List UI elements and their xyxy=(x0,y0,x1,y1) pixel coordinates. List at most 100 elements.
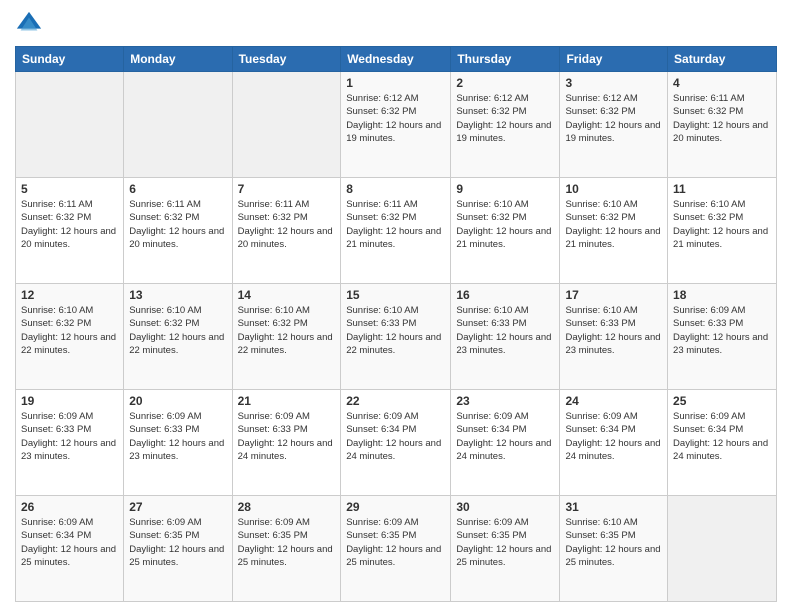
calendar-cell xyxy=(16,72,124,178)
day-info: Sunrise: 6:10 AM Sunset: 6:33 PM Dayligh… xyxy=(346,304,445,357)
day-info: Sunrise: 6:10 AM Sunset: 6:33 PM Dayligh… xyxy=(456,304,554,357)
calendar-cell: 17Sunrise: 6:10 AM Sunset: 6:33 PM Dayli… xyxy=(560,284,668,390)
day-info: Sunrise: 6:11 AM Sunset: 6:32 PM Dayligh… xyxy=(21,198,118,251)
day-number: 20 xyxy=(129,394,226,408)
day-info: Sunrise: 6:11 AM Sunset: 6:32 PM Dayligh… xyxy=(346,198,445,251)
day-info: Sunrise: 6:09 AM Sunset: 6:34 PM Dayligh… xyxy=(456,410,554,463)
day-number: 27 xyxy=(129,500,226,514)
day-info: Sunrise: 6:11 AM Sunset: 6:32 PM Dayligh… xyxy=(673,92,771,145)
day-info: Sunrise: 6:10 AM Sunset: 6:35 PM Dayligh… xyxy=(565,516,662,569)
day-number: 7 xyxy=(238,182,336,196)
page: SundayMondayTuesdayWednesdayThursdayFrid… xyxy=(0,0,792,612)
day-number: 24 xyxy=(565,394,662,408)
day-number: 12 xyxy=(21,288,118,302)
day-info: Sunrise: 6:09 AM Sunset: 6:33 PM Dayligh… xyxy=(129,410,226,463)
calendar-cell xyxy=(668,496,777,602)
day-number: 2 xyxy=(456,76,554,90)
weekday-header-saturday: Saturday xyxy=(668,47,777,72)
calendar-cell: 2 Sunrise: 6:12 AM Sunset: 6:32 PM Daylig… xyxy=(451,72,560,178)
day-number: 5 xyxy=(21,182,118,196)
calendar-header: SundayMondayTuesdayWednesdayThursdayFrid… xyxy=(16,47,777,72)
day-info: Sunrise: 6:12 AM Sunset: 6:32 PM Dayligh… xyxy=(346,92,445,145)
header xyxy=(15,10,777,38)
weekday-row: SundayMondayTuesdayWednesdayThursdayFrid… xyxy=(16,47,777,72)
weekday-header-friday: Friday xyxy=(560,47,668,72)
calendar-cell: 1 Sunrise: 6:12 AM Sunset: 6:32 PM Daylig… xyxy=(341,72,451,178)
calendar-cell: 30 Sunrise: 6:09 AM Sunset: 6:35 PM Dayli… xyxy=(451,496,560,602)
weekday-header-wednesday: Wednesday xyxy=(341,47,451,72)
calendar-body: 1 Sunrise: 6:12 AM Sunset: 6:32 PM Daylig… xyxy=(16,72,777,602)
day-number: 15 xyxy=(346,288,445,302)
day-number: 25 xyxy=(673,394,771,408)
calendar-cell: 22 Sunrise: 6:09 AM Sunset: 6:34 PM Dayli… xyxy=(341,390,451,496)
day-info: Sunrise: 6:09 AM Sunset: 6:35 PM Dayligh… xyxy=(346,516,445,569)
calendar-cell: 12 Sunrise: 6:10 AM Sunset: 6:32 PM Dayli… xyxy=(16,284,124,390)
calendar-cell xyxy=(124,72,232,178)
day-number: 10 xyxy=(565,182,662,196)
weekday-header-tuesday: Tuesday xyxy=(232,47,341,72)
day-info: Sunrise: 6:09 AM Sunset: 6:34 PM Dayligh… xyxy=(565,410,662,463)
day-info: Sunrise: 6:10 AM Sunset: 6:32 PM Dayligh… xyxy=(238,304,336,357)
calendar-table: SundayMondayTuesdayWednesdayThursdayFrid… xyxy=(15,46,777,602)
calendar-cell: 28 Sunrise: 6:09 AM Sunset: 6:35 PM Dayli… xyxy=(232,496,341,602)
logo xyxy=(15,10,47,38)
calendar-week-4: 19 Sunrise: 6:09 AM Sunset: 6:33 PM Dayli… xyxy=(16,390,777,496)
day-number: 8 xyxy=(346,182,445,196)
calendar-cell: 16 Sunrise: 6:10 AM Sunset: 6:33 PM Dayli… xyxy=(451,284,560,390)
day-number: 28 xyxy=(238,500,336,514)
calendar-cell: 21Sunrise: 6:09 AM Sunset: 6:33 PM Dayli… xyxy=(232,390,341,496)
calendar-cell: 29Sunrise: 6:09 AM Sunset: 6:35 PM Dayli… xyxy=(341,496,451,602)
calendar-week-5: 26 Sunrise: 6:09 AM Sunset: 6:34 PM Dayli… xyxy=(16,496,777,602)
day-number: 16 xyxy=(456,288,554,302)
day-info: Sunrise: 6:09 AM Sunset: 6:33 PM Dayligh… xyxy=(673,304,771,357)
day-info: Sunrise: 6:09 AM Sunset: 6:33 PM Dayligh… xyxy=(21,410,118,463)
weekday-header-monday: Monday xyxy=(124,47,232,72)
day-number: 1 xyxy=(346,76,445,90)
day-info: Sunrise: 6:09 AM Sunset: 6:35 PM Dayligh… xyxy=(456,516,554,569)
calendar-cell: 27 Sunrise: 6:09 AM Sunset: 6:35 PM Dayli… xyxy=(124,496,232,602)
day-info: Sunrise: 6:09 AM Sunset: 6:34 PM Dayligh… xyxy=(346,410,445,463)
calendar-cell: 6 Sunrise: 6:11 AM Sunset: 6:32 PM Daylig… xyxy=(124,178,232,284)
calendar-cell: 13Sunrise: 6:10 AM Sunset: 6:32 PM Dayli… xyxy=(124,284,232,390)
day-number: 17 xyxy=(565,288,662,302)
calendar-cell: 10 Sunrise: 6:10 AM Sunset: 6:32 PM Dayli… xyxy=(560,178,668,284)
day-number: 22 xyxy=(346,394,445,408)
calendar-week-1: 1 Sunrise: 6:12 AM Sunset: 6:32 PM Daylig… xyxy=(16,72,777,178)
day-number: 19 xyxy=(21,394,118,408)
day-info: Sunrise: 6:10 AM Sunset: 6:32 PM Dayligh… xyxy=(565,198,662,251)
day-number: 4 xyxy=(673,76,771,90)
day-number: 14 xyxy=(238,288,336,302)
calendar-cell: 15 Sunrise: 6:10 AM Sunset: 6:33 PM Dayli… xyxy=(341,284,451,390)
day-number: 26 xyxy=(21,500,118,514)
day-info: Sunrise: 6:10 AM Sunset: 6:32 PM Dayligh… xyxy=(21,304,118,357)
day-info: Sunrise: 6:09 AM Sunset: 6:34 PM Dayligh… xyxy=(21,516,118,569)
calendar-week-2: 5 Sunrise: 6:11 AM Sunset: 6:32 PM Daylig… xyxy=(16,178,777,284)
day-number: 6 xyxy=(129,182,226,196)
day-number: 13 xyxy=(129,288,226,302)
calendar-cell: 31Sunrise: 6:10 AM Sunset: 6:35 PM Dayli… xyxy=(560,496,668,602)
day-info: Sunrise: 6:12 AM Sunset: 6:32 PM Dayligh… xyxy=(456,92,554,145)
calendar-cell: 25Sunrise: 6:09 AM Sunset: 6:34 PM Dayli… xyxy=(668,390,777,496)
day-number: 11 xyxy=(673,182,771,196)
day-number: 30 xyxy=(456,500,554,514)
calendar-cell: 18Sunrise: 6:09 AM Sunset: 6:33 PM Dayli… xyxy=(668,284,777,390)
day-number: 23 xyxy=(456,394,554,408)
calendar-cell: 19 Sunrise: 6:09 AM Sunset: 6:33 PM Dayli… xyxy=(16,390,124,496)
calendar-cell: 20 Sunrise: 6:09 AM Sunset: 6:33 PM Dayli… xyxy=(124,390,232,496)
day-info: Sunrise: 6:11 AM Sunset: 6:32 PM Dayligh… xyxy=(238,198,336,251)
calendar-cell: 5 Sunrise: 6:11 AM Sunset: 6:32 PM Daylig… xyxy=(16,178,124,284)
day-info: Sunrise: 6:09 AM Sunset: 6:33 PM Dayligh… xyxy=(238,410,336,463)
day-info: Sunrise: 6:12 AM Sunset: 6:32 PM Dayligh… xyxy=(565,92,662,145)
day-info: Sunrise: 6:11 AM Sunset: 6:32 PM Dayligh… xyxy=(129,198,226,251)
calendar-cell: 11Sunrise: 6:10 AM Sunset: 6:32 PM Dayli… xyxy=(668,178,777,284)
calendar-cell xyxy=(232,72,341,178)
calendar-cell: 8 Sunrise: 6:11 AM Sunset: 6:32 PM Daylig… xyxy=(341,178,451,284)
day-info: Sunrise: 6:09 AM Sunset: 6:35 PM Dayligh… xyxy=(129,516,226,569)
calendar-cell: 9 Sunrise: 6:10 AM Sunset: 6:32 PM Daylig… xyxy=(451,178,560,284)
day-info: Sunrise: 6:10 AM Sunset: 6:32 PM Dayligh… xyxy=(456,198,554,251)
weekday-header-thursday: Thursday xyxy=(451,47,560,72)
day-number: 9 xyxy=(456,182,554,196)
day-info: Sunrise: 6:09 AM Sunset: 6:35 PM Dayligh… xyxy=(238,516,336,569)
calendar-cell: 4 Sunrise: 6:11 AM Sunset: 6:32 PM Daylig… xyxy=(668,72,777,178)
calendar-week-3: 12 Sunrise: 6:10 AM Sunset: 6:32 PM Dayli… xyxy=(16,284,777,390)
